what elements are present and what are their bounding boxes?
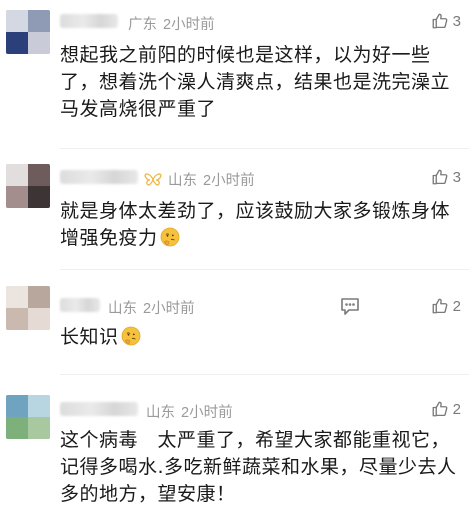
comment-line: 记得多喝水.多吃新鲜蔬菜和水果，尽量少去人 (60, 456, 457, 478)
thumbs-up-icon (432, 169, 448, 185)
timestamp: 2小时前 (163, 17, 215, 33)
location: 广东 (128, 17, 157, 33)
comment-line: 就是身体太差劲了，应该鼓励大家多锻炼身体 (60, 200, 451, 222)
comment-line: 了，想着洗个澡人清爽点，结果也是洗完澡立 (60, 71, 451, 93)
avatar[interactable] (6, 395, 50, 439)
like-count: 2 (452, 297, 461, 315)
avatar[interactable] (6, 10, 50, 54)
comment-meta: 广东 2小时前 (128, 13, 215, 34)
comment-line-with-emoji: 增强免疫力 (60, 225, 460, 252)
thumbs-up-icon (432, 298, 448, 314)
timestamp: 2小时前 (143, 301, 195, 317)
comment-line-with-emoji: 长知识 (60, 324, 460, 351)
comment-line: 马发高烧很严重了 (60, 98, 217, 120)
comment-line: 想起我之前阳的时候也是这样，以为好一些 (60, 44, 431, 66)
avatar[interactable] (6, 164, 50, 208)
thinking-face-icon (160, 227, 179, 247)
timestamp: 2小时前 (181, 405, 233, 421)
like-button[interactable]: 2 (431, 297, 461, 315)
comment-line: 多的地方，望安康！ (60, 483, 236, 505)
location: 山东 (168, 173, 197, 189)
like-count: 3 (452, 168, 461, 186)
comment-meta: 山东 2小时前 (144, 169, 255, 190)
like-count: 3 (452, 12, 461, 30)
username-blurred[interactable] (60, 14, 118, 28)
location: 山东 (108, 301, 137, 317)
comment-text: 这个病毒 太严重了，希望大家都能重视它， 记得多喝水.多吃新鲜蔬菜和水果，尽量少… (60, 427, 460, 508)
comment-meta: 山东 2小时前 (146, 401, 233, 422)
thumbs-up-icon (432, 13, 448, 29)
username-blurred[interactable] (60, 402, 138, 416)
like-button[interactable]: 3 (431, 168, 461, 186)
comment-meta: 山东 2小时前 (108, 297, 195, 318)
comment-text: 长知识 (60, 324, 460, 351)
like-button[interactable]: 2 (431, 400, 461, 418)
timestamp: 2小时前 (203, 173, 255, 189)
comment-item: 山东 2小时前 2 这个病毒 太严重了，希望大家都能重视它， 记得多喝水.多吃新鲜… (0, 375, 469, 517)
thumbs-up-icon (432, 401, 448, 417)
comment-line: 这个病毒 太严重了，希望大家都能重视它， (60, 429, 451, 451)
like-count: 2 (452, 400, 461, 418)
comment-item: 山东 2小时前 2 长知识 (0, 270, 469, 375)
comment-text: 想起我之前阳的时候也是这样，以为好一些 了，想着洗个澡人清爽点，结果也是洗完澡立… (60, 42, 460, 123)
butterfly-badge-icon (144, 173, 162, 186)
avatar[interactable] (6, 286, 50, 330)
comment-line: 增强免疫力 (60, 227, 158, 249)
comment-bubble-icon[interactable] (340, 297, 360, 316)
comment-line: 长知识 (60, 326, 119, 348)
username-blurred[interactable] (60, 298, 100, 312)
comment-text: 就是身体太差劲了，应该鼓励大家多锻炼身体 增强免疫力 (60, 198, 460, 252)
divider (60, 148, 469, 149)
like-button[interactable]: 3 (431, 12, 461, 30)
location: 山东 (146, 405, 175, 421)
comment-item: 山东 2小时前 3 就是身体太差劲了，应该鼓励大家多锻炼身体 增强免疫力 (0, 150, 469, 270)
thinking-face-icon (121, 326, 140, 346)
comment-item: 广东 2小时前 3 想起我之前阳的时候也是这样，以为好一些 了，想着洗个澡人清爽点… (0, 0, 469, 150)
username-blurred[interactable] (60, 170, 138, 184)
